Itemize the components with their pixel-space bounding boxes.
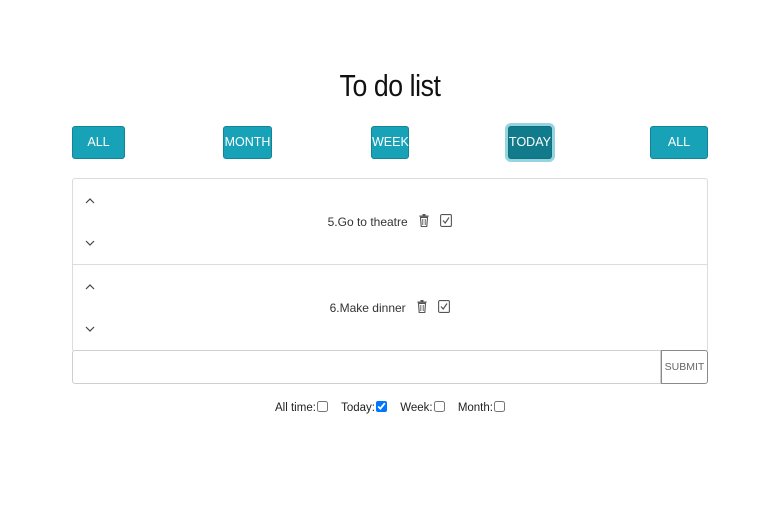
check-month-label: Month:: [457, 402, 493, 414]
task-text: 5.Go to theatre: [327, 215, 408, 229]
check-week-label: Week:: [400, 402, 433, 414]
task-item: 6.Make dinner: [73, 265, 707, 351]
filter-today-button[interactable]: TODAY: [508, 126, 552, 159]
chevron-down-icon[interactable]: [83, 235, 97, 249]
new-task-form: SUBMIT: [72, 350, 708, 384]
all-time-checkbox[interactable]: [316, 401, 328, 412]
month-checkbox[interactable]: [493, 401, 505, 412]
check-month: Month:: [458, 401, 505, 414]
task-item: 5.Go to theatre: [73, 179, 707, 265]
week-checkbox[interactable]: [433, 401, 445, 412]
filter-all-tasks-button[interactable]: ALL TASKS: [650, 126, 708, 180]
page-title: To do list: [339, 68, 441, 103]
check-today: Today:: [341, 401, 388, 414]
filter-month-button[interactable]: MONTH: [223, 126, 272, 159]
check-week: Week:: [400, 401, 445, 414]
check-all-time-label: All time:: [275, 402, 316, 414]
submit-button[interactable]: SUBMIT: [661, 350, 708, 384]
task-list: 5.Go to theatre 6.Make dinner: [72, 178, 708, 352]
chevron-up-icon[interactable]: [83, 279, 97, 293]
trash-icon[interactable]: [419, 214, 429, 230]
task-text: 6.Make dinner: [329, 301, 406, 315]
check-square-icon[interactable]: [440, 214, 453, 230]
chevron-down-icon[interactable]: [83, 321, 97, 335]
chevron-up-icon[interactable]: [83, 193, 97, 207]
check-square-icon[interactable]: [438, 300, 451, 316]
task-content: 5.Go to theatre: [73, 214, 707, 230]
check-today-label: Today:: [341, 402, 376, 414]
filter-week-button[interactable]: WEEK: [371, 126, 409, 159]
today-checkbox[interactable]: [376, 401, 388, 412]
new-task-input[interactable]: [72, 350, 661, 384]
todo-page: To do list ALL TIME MONTH WEEK TODAY ALL…: [0, 0, 780, 524]
task-content: 6.Make dinner: [73, 300, 707, 316]
period-checkboxes: All time: Today: Week: Month:: [0, 401, 780, 414]
trash-icon[interactable]: [417, 300, 427, 316]
check-all-time: All time:: [275, 401, 328, 414]
filter-all-time-button[interactable]: ALL TIME: [72, 126, 125, 180]
